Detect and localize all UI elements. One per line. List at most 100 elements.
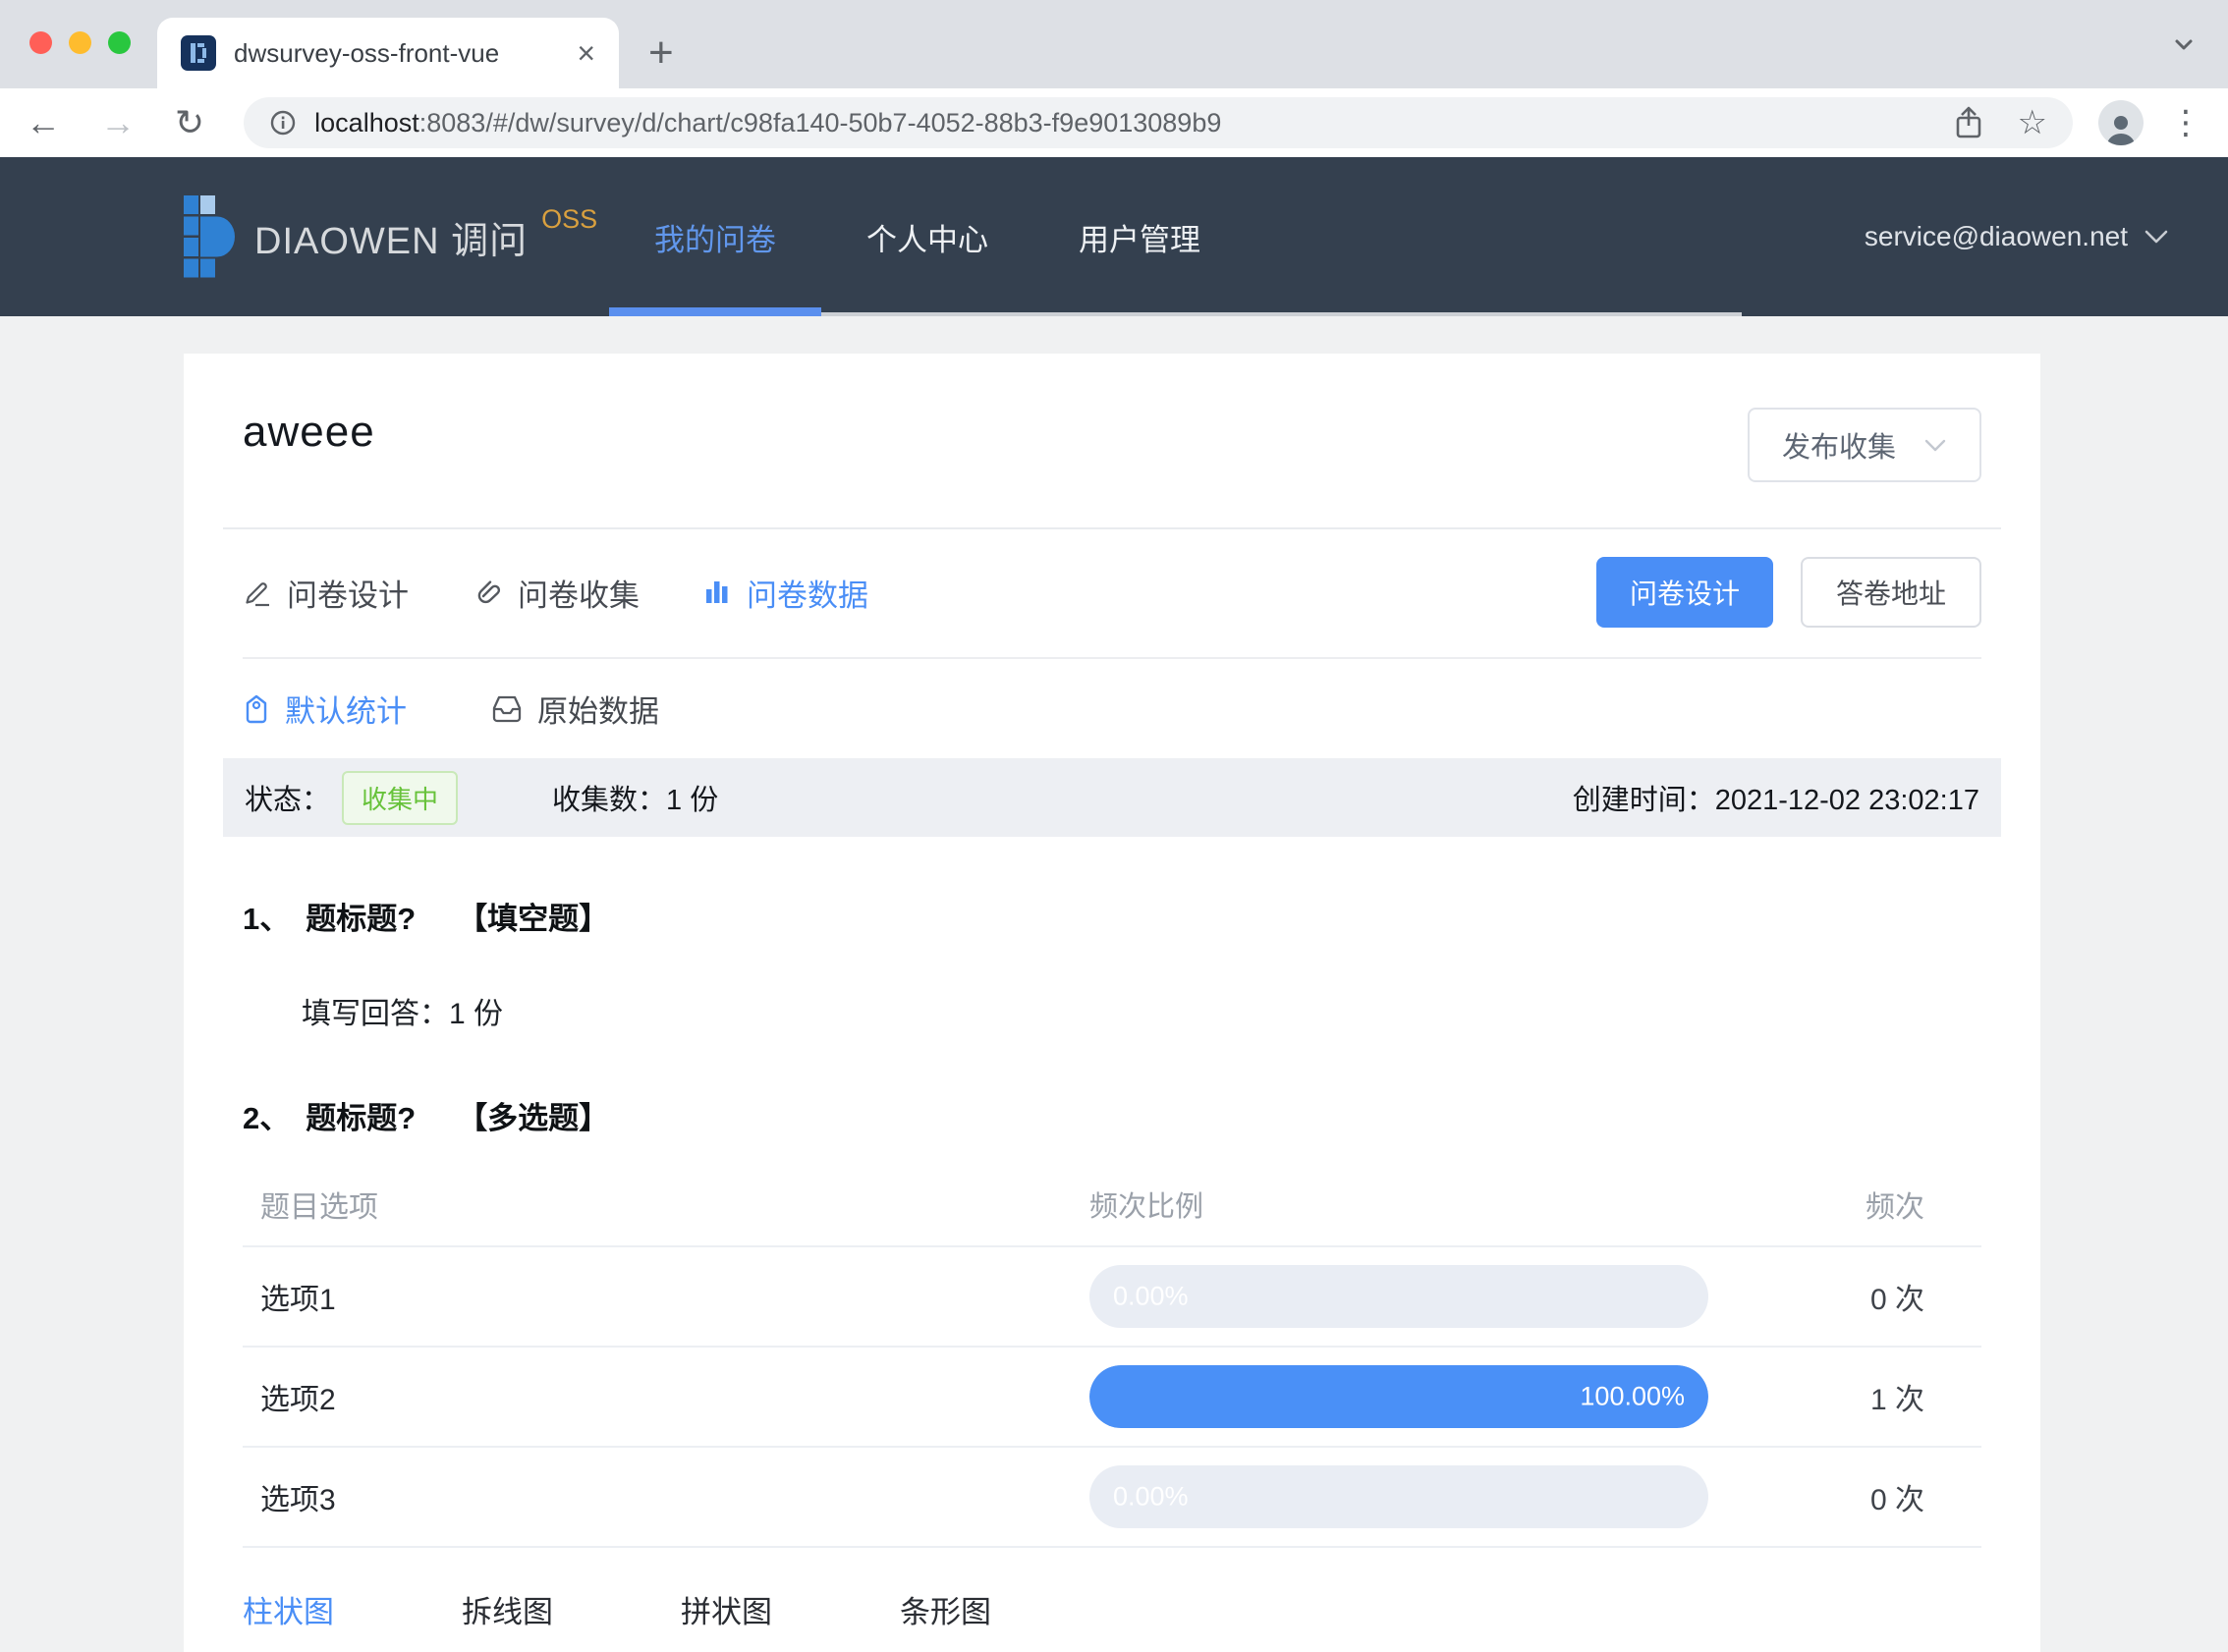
publish-select-value: 发布收集 <box>1781 432 1896 464</box>
window-minimize-button[interactable] <box>69 31 91 54</box>
count-value: 0 次 <box>1869 1284 1924 1316</box>
window-close-button[interactable] <box>29 31 52 54</box>
tab-search-chevron-icon[interactable] <box>2167 29 2200 59</box>
link-icon <box>477 580 501 604</box>
title-row: aweee 发布收集 <box>243 354 1981 482</box>
chart-tab-line[interactable]: 拆线图 <box>462 1587 553 1631</box>
subtab-label: 原始数据 <box>537 694 659 729</box>
question-1-heading: 1、 题标题? 【填空题】 <box>243 894 1981 938</box>
header-ratio: 频次比例 <box>1089 1191 1204 1223</box>
window-controls <box>29 31 131 54</box>
created-time-label: 创建时间： <box>1572 785 1715 816</box>
question-type: 【多选题】 <box>457 1101 610 1135</box>
person-icon <box>2107 116 2135 145</box>
tab-close-icon[interactable]: × <box>577 35 595 72</box>
browser-toolbar: ← → ↻ localhost:8083/#/dw/survey/d/chart… <box>0 88 2228 157</box>
tab-title: dwsurvey-oss-front-vue <box>234 37 500 68</box>
brand-logo[interactable]: DIAOWEN 调问 OSS <box>184 157 609 316</box>
browser-tab-strip: dwsurvey-oss-front-vue × + <box>0 0 2228 88</box>
url-path: :8083/#/dw/survey/d/chart/c98fa140-50b7-… <box>418 107 1222 138</box>
menu-item-personal-center[interactable]: 个人中心 <box>821 157 1033 316</box>
browser-menu-icon[interactable]: ⋮ <box>2169 106 2202 139</box>
survey-nav-tabs: 问卷设计 问卷收集 问卷数据 问卷设计 答卷地址 <box>243 529 1981 659</box>
back-icon[interactable]: ← <box>26 105 61 140</box>
header-option: 题目选项 <box>260 1191 378 1224</box>
window-zoom-button[interactable] <box>108 31 131 54</box>
profile-avatar[interactable] <box>2098 100 2144 145</box>
tab-label: 问卷设计 <box>287 578 409 613</box>
table-row: 选项1 0.00% 0 次 <box>243 1247 1981 1348</box>
count-value: 1 次 <box>1869 1384 1924 1416</box>
chart-tab-pie[interactable]: 拼状图 <box>681 1587 772 1631</box>
tag-icon <box>246 694 267 723</box>
design-button[interactable]: 问卷设计 <box>1595 557 1773 628</box>
answer-url-button[interactable]: 答卷地址 <box>1800 557 1981 628</box>
browser-tab[interactable]: dwsurvey-oss-front-vue × <box>157 18 619 88</box>
option-label: 选项1 <box>260 1284 336 1316</box>
forward-icon[interactable]: → <box>100 105 136 140</box>
answer-label: 填写回答： <box>302 998 449 1030</box>
question-index: 1、 <box>243 902 291 936</box>
option-label: 选项2 <box>260 1384 336 1416</box>
bookmark-star-icon[interactable]: ☆ <box>2018 106 2047 139</box>
question-index: 2、 <box>243 1101 291 1135</box>
answer-value: 1 份 <box>449 998 504 1030</box>
tab-survey-data[interactable]: 问卷数据 <box>702 571 868 615</box>
table-row: 选项3 0.00% 0 次 <box>243 1448 1981 1548</box>
subtab-raw-data[interactable]: 原始数据 <box>491 687 659 731</box>
frequency-table: 题目选项 频次比例 频次 选项1 0.00% 0 次 选项2 100.00% 1… <box>243 1163 1981 1548</box>
tab-survey-collect[interactable]: 问卷收集 <box>472 571 640 615</box>
progress-label: 0.00% <box>1113 1481 1189 1512</box>
chevron-down-icon <box>2144 230 2168 244</box>
inbox-icon <box>492 695 522 722</box>
question-type: 【填空题】 <box>457 902 610 936</box>
favicon-icon <box>181 35 216 71</box>
reload-icon[interactable]: ↻ <box>175 105 204 140</box>
status-bar: 状态： 收集中 收集数：1 份 创建时间：2021-12-02 23:02:17 <box>223 758 2001 837</box>
pencil-icon <box>246 582 269 607</box>
share-icon[interactable] <box>1953 104 1984 141</box>
address-bar[interactable]: localhost:8083/#/dw/survey/d/chart/c98fa… <box>244 97 2073 148</box>
collect-count-value: 1 份 <box>666 785 719 816</box>
survey-title: aweee <box>243 408 375 456</box>
question-2-heading: 2、 题标题? 【多选题】 <box>243 1093 1981 1137</box>
created-time-value: 2021-12-02 23:02:17 <box>1714 785 1979 816</box>
publish-select[interactable]: 发布收集 <box>1748 408 1981 482</box>
chart-tab-labels: 柱状图 拆线图 拼状图 条形图 <box>243 1587 1981 1631</box>
account-email: service@diaowen.net <box>1864 221 2128 251</box>
question-title: 题标题? <box>306 1101 417 1135</box>
page-background: aweee 发布收集 问卷设计 问卷收集 问卷数据 问卷设计 答卷地址 默认统计… <box>0 316 2228 1652</box>
action-buttons: 问卷设计 答卷地址 <box>1595 557 1981 628</box>
main-menu: 我的问卷 个人中心 用户管理 <box>609 157 1742 316</box>
option-label: 选项3 <box>260 1484 336 1516</box>
bar-chart-icon <box>706 581 728 603</box>
question-1-answer: 填写回答：1 份 <box>302 989 1981 1032</box>
question-title: 题标题? <box>306 902 417 936</box>
brand-oss-tag: OSS <box>541 203 598 234</box>
count-value: 0 次 <box>1869 1484 1924 1516</box>
app-navbar: DIAOWEN 调问 OSS 我的问卷 个人中心 用户管理 service@di… <box>0 157 2228 316</box>
status-badge: 收集中 <box>342 770 459 825</box>
url-text[interactable]: localhost:8083/#/dw/survey/d/chart/c98fa… <box>314 108 1952 138</box>
account-dropdown[interactable]: service@diaowen.net <box>1865 157 2169 316</box>
brand-name: DIAOWEN 调问 <box>254 220 529 262</box>
tab-label: 问卷收集 <box>518 578 640 613</box>
tab-label: 问卷数据 <box>747 578 868 613</box>
menu-item-my-surveys[interactable]: 我的问卷 <box>609 157 821 316</box>
diaowen-logo-icon <box>184 195 235 278</box>
chart-tab-bar[interactable]: 柱状图 <box>243 1587 334 1631</box>
table-header-row: 题目选项 频次比例 频次 <box>243 1163 1981 1247</box>
created-time: 创建时间：2021-12-02 23:02:17 <box>1573 777 1979 818</box>
header-count: 频次 <box>1866 1191 1924 1224</box>
progress-bar: 100.00% <box>1089 1365 1708 1428</box>
subtab-default-stats[interactable]: 默认统计 <box>243 687 407 731</box>
collect-count-label: 收集数： <box>552 785 667 816</box>
chevron-down-icon <box>1924 439 1946 451</box>
new-tab-button[interactable]: + <box>648 31 674 75</box>
subtab-label: 默认统计 <box>285 694 407 729</box>
chart-tab-hbar[interactable]: 条形图 <box>900 1587 991 1631</box>
site-info-icon[interactable] <box>269 109 297 137</box>
tab-survey-design[interactable]: 问卷设计 <box>243 571 409 615</box>
survey-card: aweee 发布收集 问卷设计 问卷收集 问卷数据 问卷设计 答卷地址 默认统计… <box>184 354 2040 1652</box>
menu-item-user-management[interactable]: 用户管理 <box>1033 157 1246 316</box>
